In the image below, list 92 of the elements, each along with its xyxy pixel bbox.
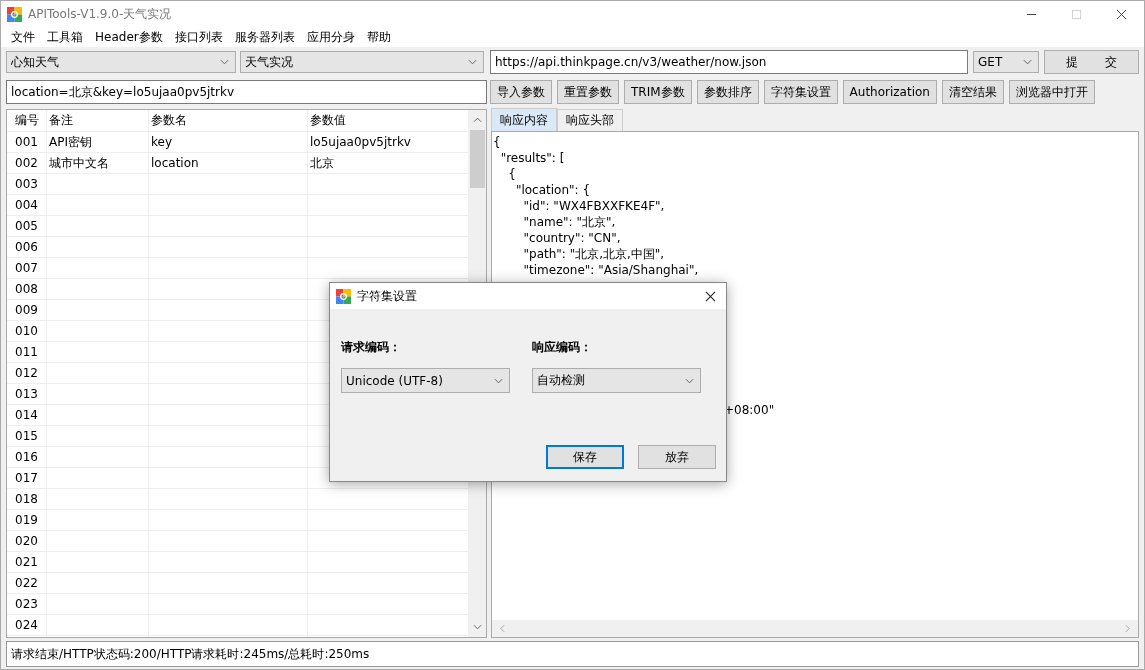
- toolbar-button[interactable]: 清空结果: [941, 80, 1004, 104]
- row-number: 010: [14, 323, 39, 340]
- row-number: 016: [14, 449, 39, 466]
- url-field[interactable]: https://api.thinkpage.cn/v3/weather/now.json: [490, 50, 968, 74]
- row-number: 022: [14, 575, 39, 592]
- row-number: 007: [14, 260, 39, 277]
- tab[interactable]: 响应头部: [557, 109, 623, 131]
- params-field[interactable]: location=北京&key=lo5ujaa0pv5jtrkv: [6, 80, 487, 104]
- row-number: 015: [14, 428, 39, 445]
- toolbar-button[interactable]: TRIM参数: [624, 80, 692, 104]
- code-line: "name": "北京",: [522, 214, 617, 230]
- toolbar-button[interactable]: 浏览器中打开: [1008, 80, 1095, 104]
- cancel-button[interactable]: 放弃: [638, 445, 716, 469]
- table-cell: API密钥: [49, 133, 92, 151]
- scroll-down-icon[interactable]: [472, 624, 482, 630]
- row-number: 017: [14, 470, 39, 487]
- menu-item[interactable]: 应用分身: [300, 28, 361, 46]
- tab[interactable]: 响应内容: [491, 108, 557, 131]
- method-dropdown[interactable]: GET: [973, 51, 1039, 73]
- row-number: 024: [14, 617, 39, 634]
- close-icon[interactable]: [1116, 8, 1127, 20]
- row-number: 005: [14, 218, 39, 235]
- code-line: "country": "CN",: [522, 230, 622, 246]
- row-number: 013: [14, 386, 39, 403]
- row-number: 014: [14, 407, 39, 424]
- api-name-dropdown[interactable]: 天气实况: [240, 51, 484, 73]
- row-number: 012: [14, 365, 39, 382]
- toolbar-button[interactable]: Authorization: [842, 80, 937, 104]
- column-header[interactable]: 编号: [7, 110, 46, 131]
- app-logo-icon: [7, 6, 22, 22]
- code-line: "timezone": "Asia/Shanghai",: [522, 262, 700, 278]
- row-number: 021: [14, 554, 39, 571]
- scroll-up-icon[interactable]: [472, 117, 482, 123]
- horizontal-scrollbar[interactable]: [492, 620, 1138, 637]
- table-cell: lo5ujaa0pv5jtrkv: [310, 135, 411, 149]
- status-text: 请求结束/HTTP状态码:200/HTTP请求耗时:245ms/总耗时:250ms: [11, 645, 370, 663]
- row-number: 011: [14, 344, 39, 361]
- window-title: APITools-V1.9.0-天气实况: [28, 5, 172, 23]
- row-number: 009: [14, 302, 39, 319]
- code-line: {: [507, 166, 517, 182]
- menu-item[interactable]: 文件: [5, 28, 41, 46]
- menu-item[interactable]: 工具箱: [41, 28, 89, 46]
- chevron-down-icon: [220, 59, 229, 65]
- row-number: 023: [14, 596, 39, 613]
- code-line: "results": [: [499, 150, 566, 166]
- maximize-icon[interactable]: [1071, 8, 1082, 20]
- row-number: 006: [14, 239, 39, 256]
- save-button[interactable]: 保存: [546, 445, 624, 469]
- dialog-title: 字符集设置: [357, 287, 417, 305]
- row-number: 008: [14, 281, 39, 298]
- menu-item[interactable]: Header参数: [89, 28, 169, 46]
- code-line: +08:00": [724, 402, 776, 418]
- chevron-down-icon: [468, 59, 477, 65]
- code-line: {: [493, 134, 502, 150]
- response-encoding-label: 响应编码：: [532, 339, 593, 356]
- request-encoding-label: 请求编码：: [341, 339, 402, 356]
- row-number: 019: [14, 512, 39, 529]
- toolbar-button[interactable]: 字符集设置: [763, 80, 838, 104]
- close-icon[interactable]: [705, 290, 716, 302]
- scrollbar-thumb[interactable]: [469, 130, 485, 188]
- chevron-down-icon: [1023, 59, 1032, 65]
- toolbar-button[interactable]: 导入参数: [490, 80, 552, 104]
- scroll-right-icon[interactable]: [1125, 624, 1130, 633]
- row-number: 004: [14, 197, 39, 214]
- code-line: "path": "北京,北京,中国",: [522, 246, 666, 262]
- row-number: 002: [14, 155, 39, 172]
- submit-button[interactable]: 提 交: [1044, 50, 1139, 74]
- menu-item[interactable]: 帮助: [360, 28, 397, 46]
- row-number: 003: [14, 176, 39, 193]
- code-line: "id": "WX4FBXXFKE4F",: [522, 198, 666, 214]
- scroll-left-icon[interactable]: [500, 624, 505, 633]
- menu-item[interactable]: 服务器列表: [228, 28, 301, 46]
- table-cell: location: [151, 156, 199, 170]
- code-line: "location": {: [514, 182, 592, 198]
- menu-item[interactable]: 接口列表: [168, 28, 229, 46]
- row-number: 018: [14, 491, 39, 508]
- column-header[interactable]: 参数值: [307, 110, 468, 131]
- row-number: 020: [14, 533, 39, 550]
- table-cell: key: [151, 135, 172, 149]
- response-encoding-dropdown[interactable]: 自动检测: [532, 368, 701, 393]
- api-group-dropdown[interactable]: 心知天气: [6, 51, 236, 73]
- table-cell: 北京: [310, 154, 334, 172]
- column-header[interactable]: 备注: [46, 110, 148, 131]
- chevron-down-icon: [685, 377, 694, 384]
- table-cell: 城市中文名: [49, 154, 109, 172]
- column-header[interactable]: 参数名: [148, 110, 307, 131]
- row-number: 001: [14, 134, 39, 151]
- toolbar-button[interactable]: 参数排序: [696, 80, 759, 104]
- request-encoding-dropdown[interactable]: Unicode (UTF-8): [341, 368, 510, 393]
- chevron-down-icon: [494, 377, 503, 384]
- toolbar-button[interactable]: 重置参数: [557, 80, 619, 104]
- app-logo-icon: [336, 288, 351, 304]
